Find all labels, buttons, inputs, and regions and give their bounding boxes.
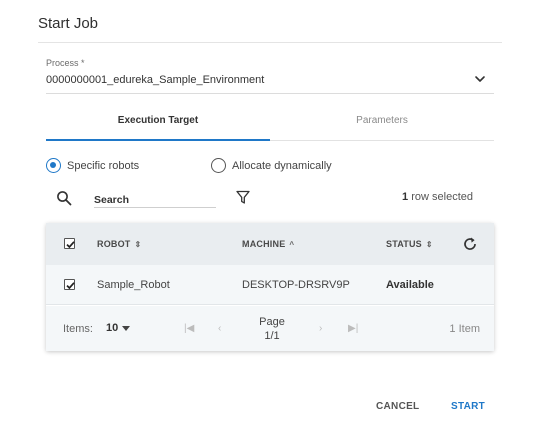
title-divider (38, 42, 502, 43)
refresh-icon[interactable] (462, 236, 478, 252)
filter-icon[interactable] (235, 189, 251, 205)
sort-ascending-icon[interactable]: ^ (289, 240, 294, 249)
items-per-page-value: 10 (106, 322, 119, 334)
page-indicator: Page 1/1 (252, 315, 292, 343)
grid-header: ROBOT ⇕ MACHINE ^ STATUS ⇕ (46, 223, 494, 265)
cell-robot: Sample_Robot (97, 279, 170, 291)
column-header-status[interactable]: STATUS ⇕ (386, 239, 433, 249)
last-page-icon[interactable]: ▶| (348, 323, 358, 334)
selection-count: 1 (402, 191, 409, 203)
radio-allocate-dynamically[interactable]: Allocate dynamically (211, 158, 332, 173)
tab-execution-target[interactable]: Execution Target (46, 115, 270, 126)
active-tab-indicator (46, 139, 270, 141)
radio-specific-robots-label: Specific robots (67, 159, 140, 172)
radio-checked-icon[interactable] (46, 158, 61, 173)
first-page-icon[interactable]: |◀ (184, 323, 194, 334)
radio-unchecked-icon[interactable] (211, 158, 226, 173)
grid-pager: Items: 10 |◀ ‹ Page 1/1 › ▶| 1 Item (46, 306, 494, 351)
items-label: Items: (63, 323, 93, 335)
robots-grid: ROBOT ⇕ MACHINE ^ STATUS ⇕ Sample_Robot … (46, 223, 494, 351)
sort-icon[interactable]: ⇕ (135, 240, 142, 249)
tab-parameters[interactable]: Parameters (270, 115, 494, 126)
caret-down-icon (122, 325, 131, 331)
search-input[interactable] (94, 192, 216, 208)
column-header-machine-label: MACHINE (242, 239, 286, 249)
check-icon (66, 282, 75, 290)
selection-text: row selected (411, 191, 473, 203)
dialog-title: Start Job (38, 15, 99, 32)
previous-page-icon[interactable]: ‹ (218, 323, 221, 334)
chevron-down-icon[interactable] (472, 71, 488, 87)
process-select[interactable]: 0000000001_edureka_Sample_Environment (46, 74, 264, 86)
page-value: 1/1 (264, 330, 280, 342)
cancel-button[interactable]: CANCEL (376, 401, 419, 412)
column-header-machine[interactable]: MACHINE ^ (242, 239, 294, 249)
next-page-icon[interactable]: › (319, 323, 322, 334)
selection-summary: 1 row selected (380, 191, 473, 203)
column-header-robot[interactable]: ROBOT ⇕ (97, 239, 141, 249)
cell-status: Available (386, 279, 434, 291)
items-per-page-select[interactable]: 10 (106, 322, 131, 334)
sort-icon[interactable]: ⇕ (426, 240, 433, 249)
row-checkbox[interactable] (64, 279, 75, 290)
page-label: Page (259, 316, 285, 328)
search-icon (57, 191, 72, 206)
process-label: Process * (46, 58, 85, 68)
radio-allocate-dynamically-label: Allocate dynamically (232, 159, 332, 172)
column-header-status-label: STATUS (386, 239, 422, 249)
select-all-checkbox[interactable] (64, 238, 75, 249)
column-header-robot-label: ROBOT (97, 239, 131, 249)
table-row[interactable]: Sample_Robot DESKTOP-DRSRV9P Available (46, 265, 494, 305)
start-button[interactable]: START (451, 401, 485, 412)
process-underline (46, 93, 494, 94)
radio-specific-robots[interactable]: Specific robots (46, 158, 139, 173)
cell-machine: DESKTOP-DRSRV9P (242, 279, 350, 291)
total-items: 1 Item (449, 323, 480, 335)
check-icon (66, 241, 75, 249)
